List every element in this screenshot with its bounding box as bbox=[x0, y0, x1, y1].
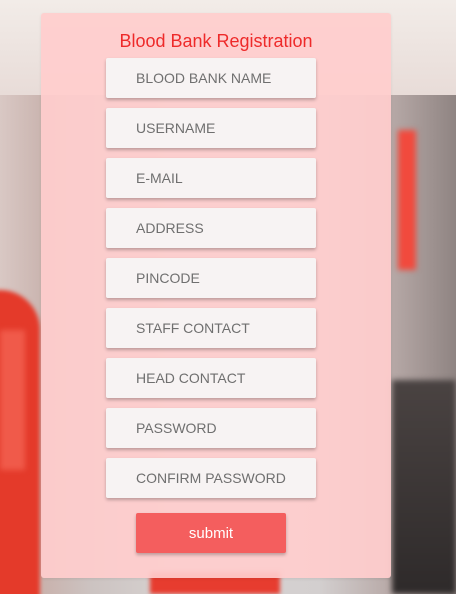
username-field[interactable] bbox=[106, 108, 316, 148]
background-person-arm bbox=[0, 330, 25, 470]
address-field[interactable] bbox=[106, 208, 316, 248]
background-dark-object bbox=[392, 380, 456, 594]
head-contact-field[interactable] bbox=[106, 358, 316, 398]
pincode-field[interactable] bbox=[106, 258, 316, 298]
password-field[interactable] bbox=[106, 408, 316, 448]
registration-form: Blood Bank Registration submit bbox=[41, 13, 391, 578]
staff-contact-field[interactable] bbox=[106, 308, 316, 348]
background-red-object bbox=[398, 130, 416, 270]
confirm-password-field[interactable] bbox=[106, 458, 316, 498]
email-field[interactable] bbox=[106, 158, 316, 198]
form-title: Blood Bank Registration bbox=[119, 31, 313, 51]
blood-bank-name-field[interactable] bbox=[106, 58, 316, 98]
submit-button[interactable]: submit bbox=[136, 513, 286, 553]
